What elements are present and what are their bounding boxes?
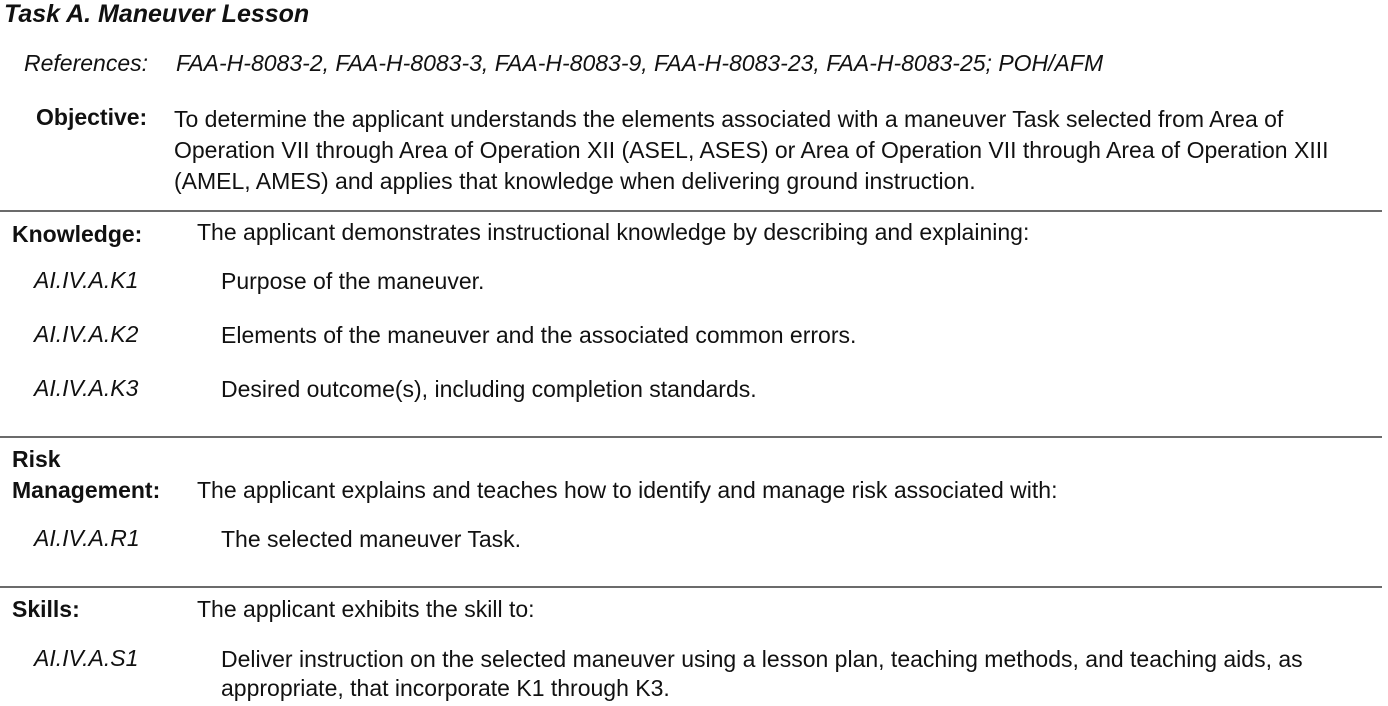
- element-code: AI.IV.A.K3: [34, 375, 139, 401]
- knowledge-intro: The applicant demonstrates instructional…: [197, 219, 1030, 245]
- element-text: Desired outcome(s), including completion…: [221, 376, 757, 402]
- references-label: References:: [24, 50, 149, 76]
- section-divider: [0, 436, 1382, 438]
- section-divider: [0, 210, 1382, 212]
- risk-intro: The applicant explains and teaches how t…: [197, 477, 1058, 503]
- element-text: Elements of the maneuver and the associa…: [221, 322, 857, 348]
- element-text: Deliver instruction on the selected mane…: [221, 646, 1303, 701]
- skills-intro: The applicant exhibits the skill to:: [197, 596, 535, 622]
- risk-label-line1: Risk: [12, 446, 61, 472]
- objective-text: To determine the applicant understands t…: [174, 106, 1329, 194]
- element-code: AI.IV.A.K2: [34, 321, 139, 347]
- objective-label: Objective:: [36, 104, 148, 130]
- skills-label: Skills:: [12, 596, 80, 622]
- section-divider: [0, 586, 1382, 588]
- element-text: Purpose of the maneuver.: [221, 268, 485, 294]
- knowledge-label: Knowledge:: [12, 221, 143, 247]
- element-code: AI.IV.A.R1: [34, 525, 140, 551]
- element-text: The selected maneuver Task.: [221, 526, 522, 552]
- task-title: Task A. Maneuver Lesson: [4, 0, 310, 28]
- references-text: FAA-H-8083-2, FAA-H-8083-3, FAA-H-8083-9…: [176, 50, 1104, 76]
- element-code: AI.IV.A.S1: [34, 645, 139, 671]
- risk-label-line2: Management:: [12, 477, 161, 503]
- element-code: AI.IV.A.K1: [34, 267, 139, 293]
